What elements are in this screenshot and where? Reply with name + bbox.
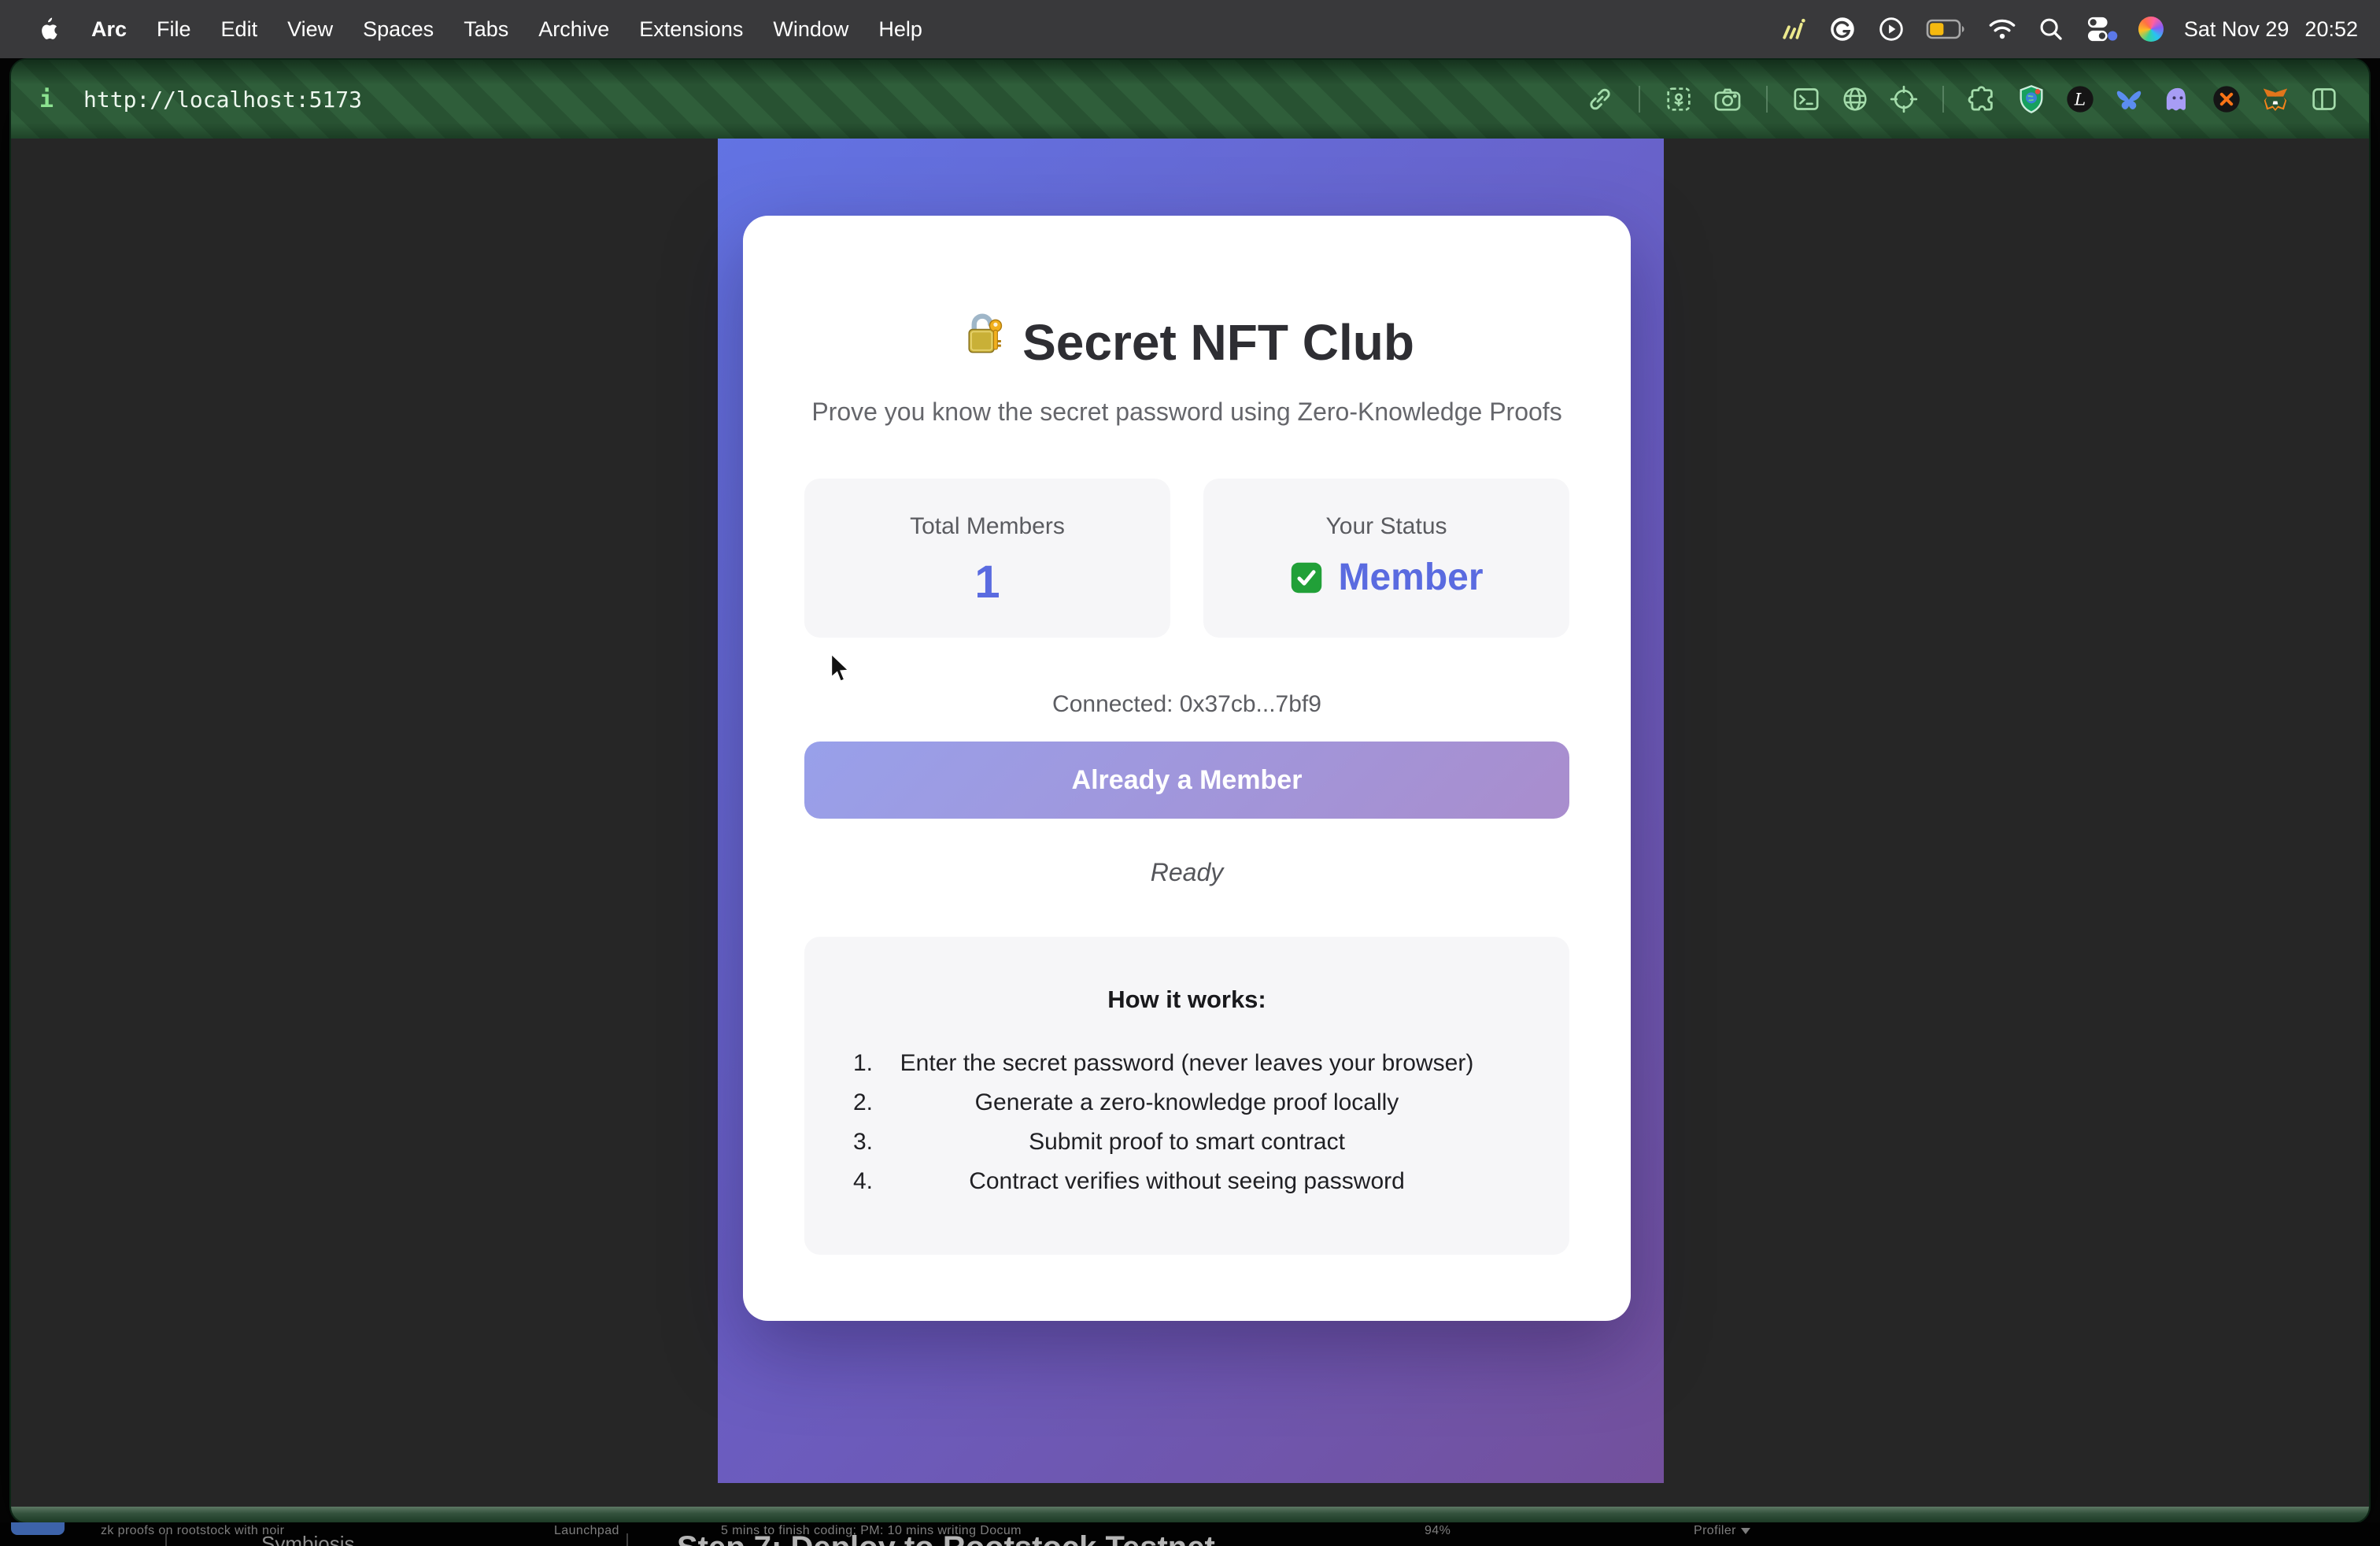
- stat-label: Your Status: [1203, 513, 1569, 540]
- toolbar-divider: [1766, 86, 1768, 113]
- phantom-wallet-extension-icon[interactable]: [2161, 83, 2194, 116]
- chevron-down-icon: [1741, 1528, 1750, 1534]
- your-status-value: Member: [1203, 556, 1569, 599]
- loom-extension-icon[interactable]: L: [2064, 83, 2097, 116]
- x-extension-icon[interactable]: [2210, 83, 2243, 116]
- symbiosis-tab[interactable]: Symbiosis: [261, 1532, 354, 1546]
- copy-link-icon[interactable]: [1584, 83, 1617, 116]
- stocks-chart-icon[interactable]: [1778, 12, 1808, 46]
- total-members-value: 1: [804, 556, 1170, 608]
- siri-icon[interactable]: [2138, 17, 2164, 42]
- screen: Arc File Edit View Spaces Tabs Archive E…: [0, 0, 2380, 1546]
- menu-date: Sat Nov 29: [2184, 17, 2289, 42]
- background-note-text: zk proofs on rootstock with noir: [101, 1524, 284, 1538]
- toolbar-divider: [1942, 86, 1944, 113]
- wifi-icon[interactable]: [1987, 12, 2017, 46]
- browser-viewport: Secret NFT Club Prove you know the secre…: [11, 139, 2369, 1507]
- menu-app-name[interactable]: Arc: [91, 17, 127, 42]
- page-title-text: Secret NFT Club: [1022, 311, 1414, 374]
- background-percent-text: 94%: [1425, 1524, 1451, 1538]
- list-item: 4.Contract verifies without seeing passw…: [804, 1162, 1569, 1201]
- secret-nft-club-card: Secret NFT Club Prove you know the secre…: [743, 216, 1631, 1321]
- browser-toolbar: i http://localhost:5173: [11, 60, 2369, 139]
- menu-clock[interactable]: Sat Nov 29 20:52: [2184, 17, 2358, 42]
- lock-emoji-icon: [959, 310, 1007, 375]
- total-members-stat: Total Members 1: [804, 479, 1170, 638]
- divider: [165, 1533, 167, 1546]
- menu-spaces[interactable]: Spaces: [363, 17, 434, 42]
- menu-tabs[interactable]: Tabs: [464, 17, 508, 42]
- background-launchpad-text: Launchpad: [554, 1524, 619, 1538]
- bluesky-extension-icon[interactable]: [2112, 83, 2145, 116]
- background-profiler-tab[interactable]: Profiler: [1694, 1524, 1750, 1538]
- screenshot-camera-icon[interactable]: [1711, 83, 1744, 116]
- background-window-strip: zk proofs on rootstock with noir Launchp…: [0, 1522, 2380, 1546]
- menu-extensions[interactable]: Extensions: [639, 17, 743, 42]
- list-item: 1.Enter the secret password (never leave…: [804, 1044, 1569, 1083]
- member-status-text: Member: [1338, 556, 1483, 599]
- grammarly-icon[interactable]: [1828, 12, 1857, 46]
- list-item: 3.Submit proof to smart contract: [804, 1123, 1569, 1162]
- stats-row: Total Members 1 Your Status Member: [804, 479, 1569, 638]
- list-item: 2.Generate a zero-knowledge proof locall…: [804, 1083, 1569, 1123]
- menu-file[interactable]: File: [157, 17, 191, 42]
- apple-icon[interactable]: [35, 12, 61, 46]
- network-globe-icon[interactable]: [1839, 83, 1872, 116]
- checkmark-emoji-icon: [1289, 560, 1324, 595]
- toolbar-divider: [1639, 86, 1640, 113]
- how-it-works-list: 1.Enter the secret password (never leave…: [804, 1044, 1569, 1201]
- menu-edit[interactable]: Edit: [221, 17, 258, 42]
- split-view-icon[interactable]: [2308, 83, 2341, 116]
- menu-archive[interactable]: Archive: [538, 17, 609, 42]
- how-it-works-heading: How it works:: [804, 987, 1569, 1012]
- background-doc-heading: Step 7: Deploy to Rootstock Testnet: [677, 1530, 1215, 1546]
- how-it-works-box: How it works: 1.Enter the secret passwor…: [804, 937, 1569, 1255]
- devtools-terminal-icon[interactable]: [1790, 83, 1823, 116]
- battery-icon[interactable]: [1926, 12, 1967, 46]
- svg-text:L: L: [2074, 91, 2086, 110]
- already-a-member-button[interactable]: Already a Member: [804, 742, 1569, 819]
- spotlight-search-icon[interactable]: [2038, 12, 2064, 46]
- macos-menu-bar: Arc File Edit View Spaces Tabs Archive E…: [0, 0, 2380, 58]
- menu-time: 20:52: [2304, 17, 2358, 42]
- metamask-extension-icon[interactable]: [2259, 83, 2292, 116]
- stat-label: Total Members: [804, 513, 1170, 540]
- connected-wallet-text: Connected: 0x37cb...7bf9: [743, 691, 1631, 718]
- menu-window[interactable]: Window: [773, 17, 848, 42]
- capture-image-icon[interactable]: [1662, 83, 1695, 116]
- browser-window: i http://localhost:5173: [11, 60, 2369, 1522]
- page-subtitle: Prove you know the secret password using…: [743, 398, 1631, 425]
- site-info-icon[interactable]: i: [39, 86, 68, 113]
- status-ready-text: Ready: [743, 858, 1631, 887]
- screen-record-icon[interactable]: [1877, 12, 1905, 46]
- url-text[interactable]: http://localhost:5173: [83, 87, 362, 113]
- url-bar[interactable]: i http://localhost:5173: [39, 86, 362, 113]
- menu-view[interactable]: View: [287, 17, 333, 42]
- extensions-puzzle-icon[interactable]: [1966, 83, 1999, 116]
- your-status-stat: Your Status Member: [1203, 479, 1569, 638]
- menu-help[interactable]: Help: [878, 17, 922, 42]
- element-picker-icon[interactable]: [1887, 83, 1920, 116]
- window-bottom-edge: [11, 1507, 2369, 1522]
- privacy-shield-extension-icon[interactable]: [2015, 83, 2048, 116]
- control-center-icon[interactable]: [2085, 12, 2118, 46]
- zk-app-page: Secret NFT Club Prove you know the secre…: [718, 139, 1664, 1483]
- divider: [626, 1533, 628, 1546]
- background-blue-tab[interactable]: [11, 1522, 65, 1535]
- page-title: Secret NFT Club: [743, 310, 1631, 375]
